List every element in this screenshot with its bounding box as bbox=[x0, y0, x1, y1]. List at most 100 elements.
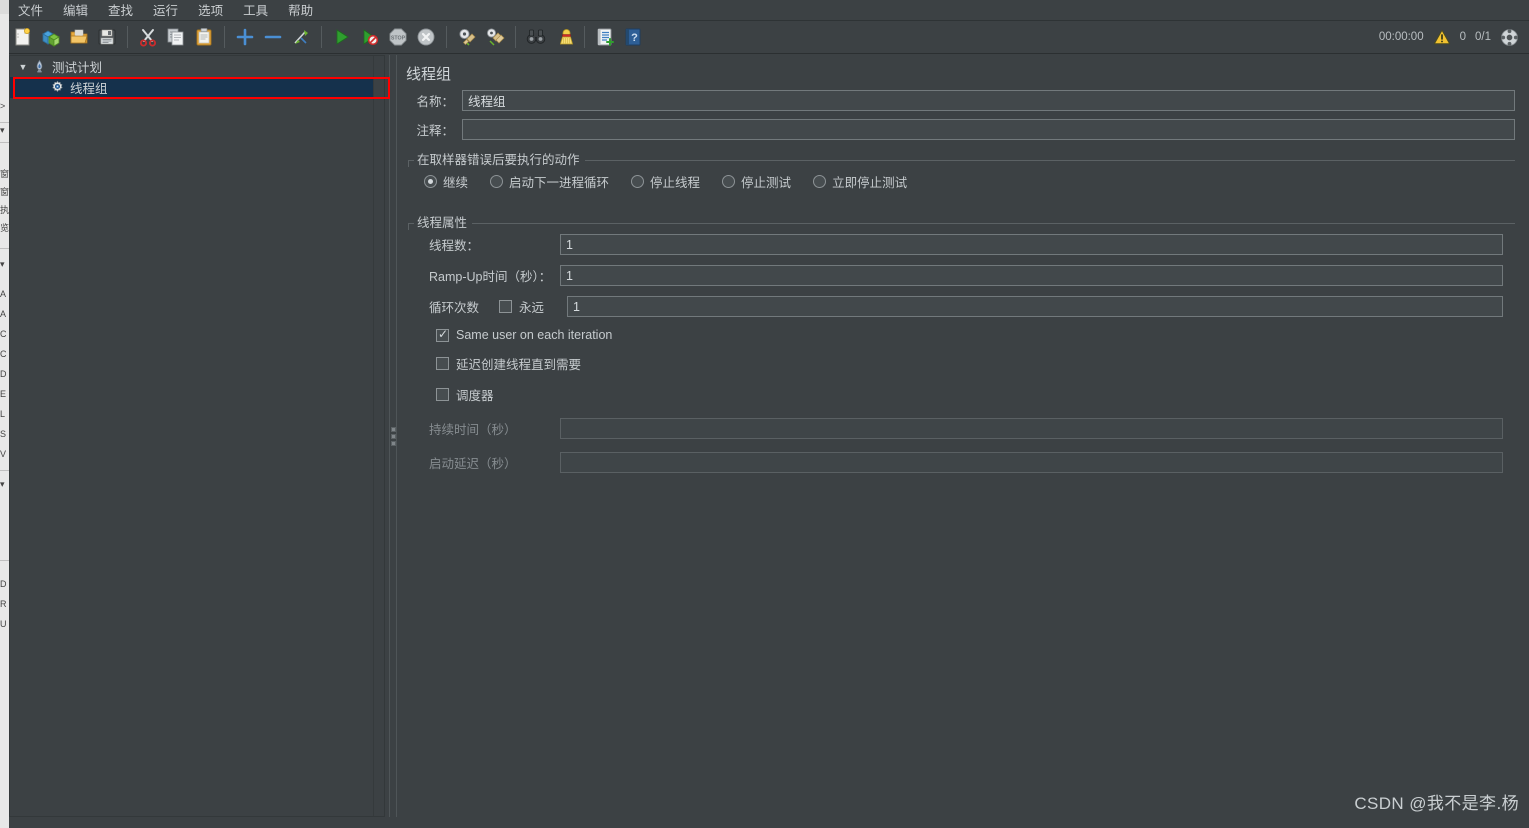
test-plan-tree[interactable]: ▼ 测试计划 线程组 bbox=[9, 55, 385, 817]
scheduler-checkbox[interactable] bbox=[436, 388, 449, 401]
sampler-error-action-group: 在取样器错误后要执行的动作 继续 启动下一进程循环 停止线程 停止测试 立即停止… bbox=[408, 152, 1515, 201]
search-binoculars-icon[interactable] bbox=[523, 24, 549, 50]
toggle-enable-icon[interactable] bbox=[288, 24, 314, 50]
radio-option-start-next-loop[interactable]: 启动下一进程循环 bbox=[490, 172, 609, 191]
svg-text:STOP: STOP bbox=[391, 36, 406, 42]
loop-forever-checkbox[interactable] bbox=[499, 300, 512, 313]
tree-vertical-scrollbar[interactable] bbox=[373, 56, 384, 816]
menu-file[interactable]: 文件 bbox=[9, 0, 52, 22]
chevron-down-icon[interactable]: ▼ bbox=[16, 60, 30, 74]
clear-all-icon[interactable] bbox=[482, 24, 508, 50]
duration-input[interactable] bbox=[560, 418, 1503, 439]
same-user-label: Same user on each iteration bbox=[456, 328, 613, 342]
radio-option-stop-thread[interactable]: 停止线程 bbox=[631, 172, 700, 191]
loop-forever-label: 永远 bbox=[519, 301, 545, 315]
jmeter-window: > ▾ 窗 窗 执 览 ▾ A A C C D E L S V ▾ D R U … bbox=[0, 0, 1529, 828]
radio-option-stop-test[interactable]: 停止测试 bbox=[722, 172, 791, 191]
thread-group-config-panel: 线程组 名称： 注释： 在取样器错误后要执行的动作 继续 bbox=[400, 55, 1529, 817]
new-document-icon[interactable] bbox=[10, 24, 36, 50]
toolbar-separator bbox=[224, 26, 225, 48]
radio-button-icon[interactable] bbox=[424, 175, 437, 188]
menu-edit[interactable]: 编辑 bbox=[54, 0, 97, 22]
warning-count: 0 bbox=[1459, 31, 1466, 43]
name-input[interactable] bbox=[462, 90, 1515, 111]
clear-icon[interactable] bbox=[454, 24, 480, 50]
cut-scissors-icon[interactable] bbox=[135, 24, 161, 50]
tree-node-test-plan[interactable]: ▼ 测试计划 bbox=[10, 56, 384, 77]
group-legend: 线程属性 bbox=[414, 215, 473, 232]
loop-count-label: 循环次数 bbox=[429, 301, 480, 315]
background-window-strip: > ▾ 窗 窗 执 览 ▾ A A C C D E L S V ▾ D R U bbox=[0, 0, 9, 828]
scheduler-row[interactable]: 调度器 bbox=[414, 379, 1509, 410]
loop-count-input[interactable] bbox=[567, 296, 1503, 317]
toolbar-separator bbox=[127, 26, 128, 48]
panel-splitter[interactable] bbox=[386, 55, 400, 817]
function-helper-icon[interactable] bbox=[592, 24, 618, 50]
radio-button-icon[interactable] bbox=[813, 175, 827, 188]
scheduler-label: 调度器 bbox=[456, 389, 494, 403]
radio-option-stop-test-now[interactable]: 立即停止测试 bbox=[813, 172, 907, 191]
toolbar-separator bbox=[584, 26, 585, 48]
radio-button-icon[interactable] bbox=[722, 175, 736, 188]
thread-count-row: 线程数： bbox=[414, 229, 1509, 260]
delay-thread-creation-checkbox[interactable] bbox=[436, 357, 449, 370]
startup-delay-input[interactable] bbox=[560, 452, 1503, 473]
error-action-radio-row: 继续 启动下一进程循环 停止线程 停止测试 立即停止测试 bbox=[414, 166, 1509, 193]
warning-triangle-icon[interactable] bbox=[1433, 28, 1451, 46]
menu-bar: 文件 编辑 查找 运行 选项 工具 帮助 bbox=[9, 0, 1529, 21]
toolbar-separator bbox=[515, 26, 516, 48]
tree-node-thread-group[interactable]: 线程组 bbox=[10, 77, 384, 98]
name-row: 名称： bbox=[400, 86, 1529, 115]
thread-properties-group: 线程属性 线程数： Ramp-Up时间（秒）： 循环次数 永远 bbox=[408, 215, 1515, 486]
thread-group-gear-icon bbox=[48, 80, 66, 96]
templates-icon[interactable] bbox=[38, 24, 64, 50]
startup-delay-row: 启动延迟（秒） bbox=[414, 444, 1509, 478]
active-threads-count: 0/1 bbox=[1475, 31, 1491, 43]
stop-sign-icon[interactable]: STOP bbox=[385, 24, 411, 50]
comment-row: 注释： bbox=[400, 115, 1529, 144]
loop-forever-checkbox-wrap[interactable]: 永远 bbox=[499, 297, 567, 316]
delay-thread-creation-row[interactable]: 延迟创建线程直到需要 bbox=[414, 348, 1509, 379]
radio-option-continue[interactable]: 继续 bbox=[424, 172, 468, 191]
page-title: 线程组 bbox=[406, 66, 452, 83]
expand-plus-icon[interactable] bbox=[232, 24, 258, 50]
help-book-icon[interactable]: ? bbox=[620, 24, 646, 50]
svg-text:?: ? bbox=[631, 32, 638, 44]
comment-input[interactable] bbox=[462, 119, 1515, 140]
group-border-tick bbox=[408, 223, 409, 230]
radio-label: 停止测试 bbox=[741, 176, 792, 190]
menu-search[interactable]: 查找 bbox=[99, 0, 142, 22]
toolbar: STOP ? 00:00:00 0 0/1 bbox=[9, 21, 1529, 54]
menu-run[interactable]: 运行 bbox=[144, 0, 187, 22]
menu-help[interactable]: 帮助 bbox=[279, 0, 322, 22]
thread-count-input[interactable] bbox=[560, 234, 1503, 255]
same-user-checkbox[interactable] bbox=[436, 327, 449, 342]
reset-search-broom-icon[interactable] bbox=[551, 24, 577, 50]
splitter-grip-dots[interactable] bbox=[390, 426, 396, 446]
group-border-line bbox=[408, 223, 1515, 224]
radio-label: 继续 bbox=[443, 176, 469, 190]
ramp-up-input[interactable] bbox=[560, 265, 1503, 286]
delay-thread-creation-label: 延迟创建线程直到需要 bbox=[456, 358, 582, 372]
activity-indicator-icon bbox=[1500, 28, 1519, 47]
tree-node-toggle-placeholder[interactable] bbox=[34, 81, 48, 95]
shutdown-icon[interactable] bbox=[413, 24, 439, 50]
menu-options[interactable]: 选项 bbox=[189, 0, 232, 22]
save-floppy-icon[interactable] bbox=[94, 24, 120, 50]
menu-tools[interactable]: 工具 bbox=[234, 0, 277, 22]
radio-label: 启动下一进程循环 bbox=[509, 176, 610, 190]
radio-label: 停止线程 bbox=[650, 176, 701, 190]
radio-label: 立即停止测试 bbox=[832, 176, 908, 190]
open-folder-icon[interactable] bbox=[66, 24, 92, 50]
start-play-icon[interactable] bbox=[329, 24, 355, 50]
test-plan-icon bbox=[30, 59, 48, 75]
toolbar-separator bbox=[321, 26, 322, 48]
collapse-minus-icon[interactable] bbox=[260, 24, 286, 50]
copy-icon[interactable] bbox=[163, 24, 189, 50]
paste-clipboard-icon[interactable] bbox=[191, 24, 217, 50]
start-no-timers-icon[interactable] bbox=[357, 24, 383, 50]
same-user-row[interactable]: Same user on each iteration bbox=[414, 322, 1509, 348]
radio-button-icon[interactable] bbox=[490, 175, 504, 188]
radio-button-icon[interactable] bbox=[631, 175, 645, 188]
